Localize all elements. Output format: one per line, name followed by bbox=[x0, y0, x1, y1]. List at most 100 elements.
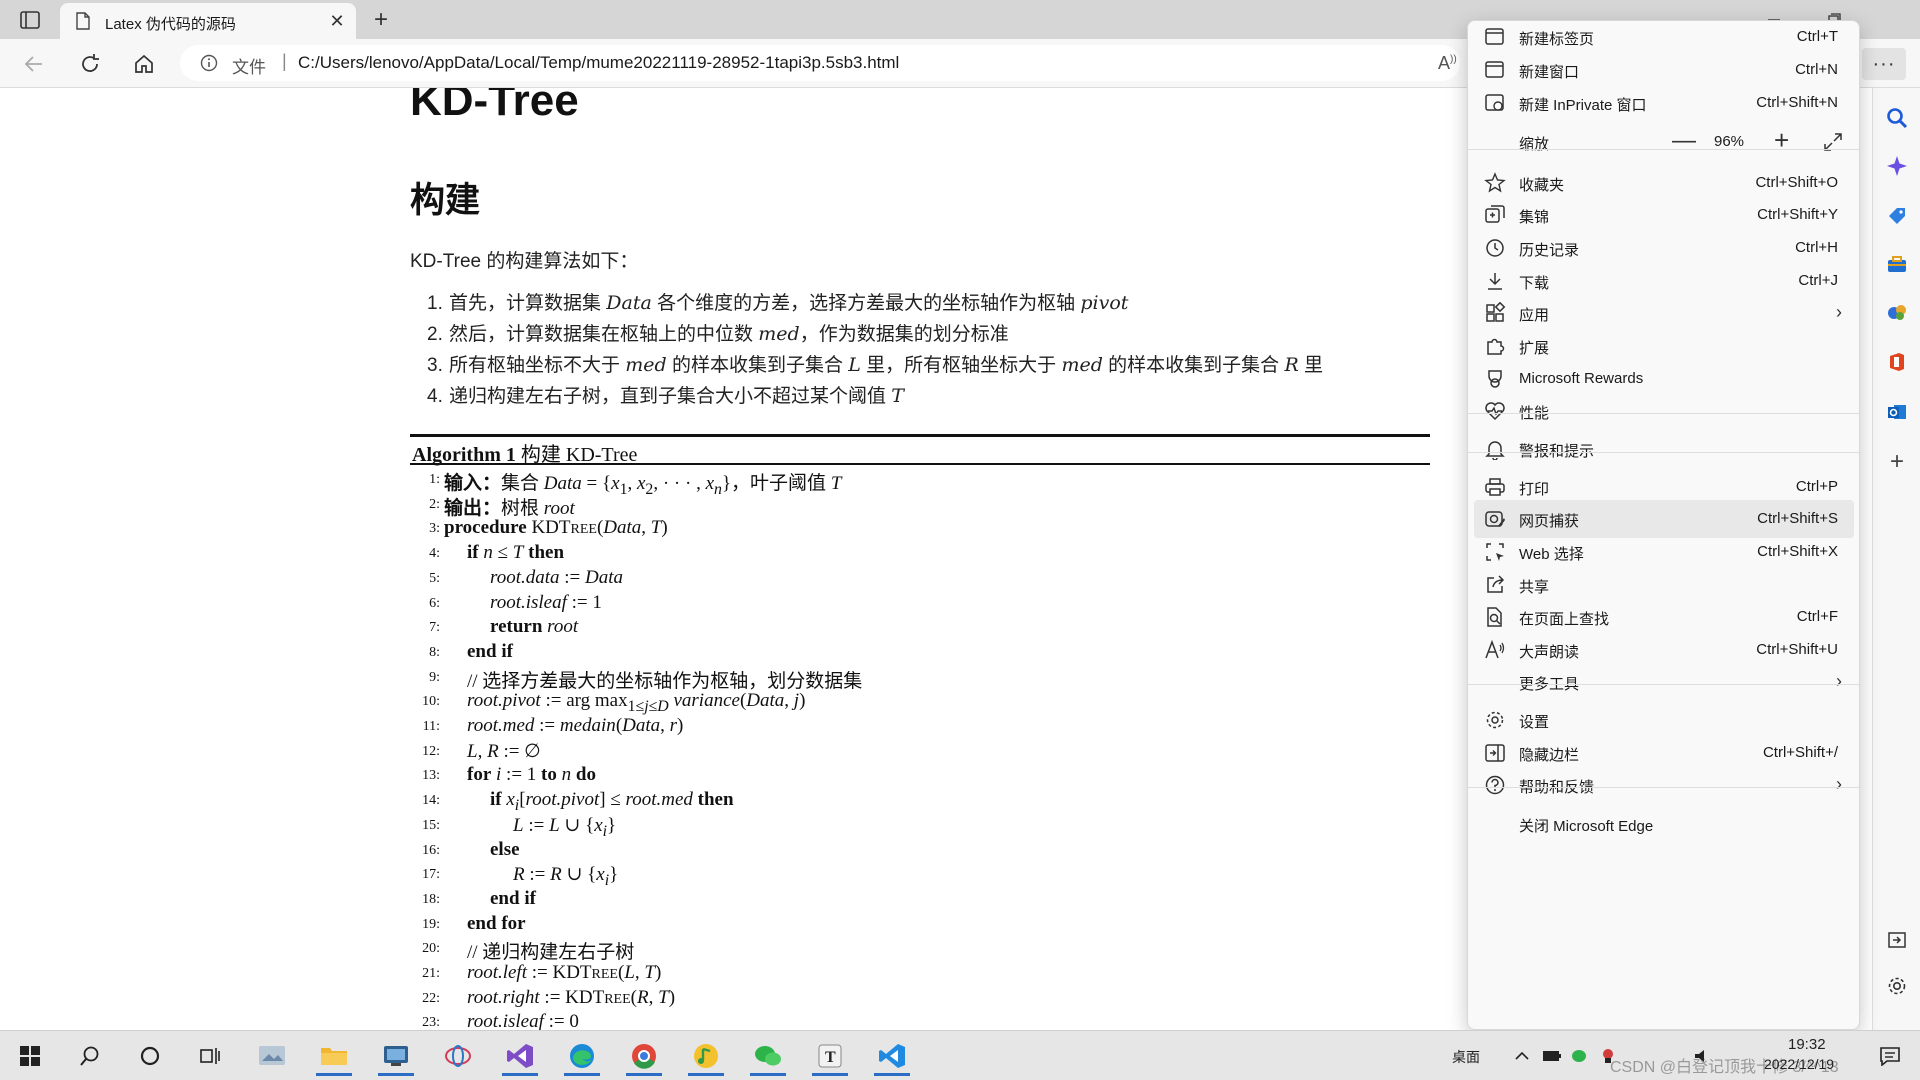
line-number: 1: bbox=[429, 472, 440, 487]
line-number: 17: bbox=[422, 867, 440, 883]
close-tab-icon[interactable]: ✕ bbox=[326, 10, 348, 32]
algorithm-code: R := R ∪ {xi} bbox=[513, 864, 619, 889]
control-panel-icon[interactable] bbox=[374, 1036, 418, 1076]
read-aloud-icon[interactable]: A)) bbox=[1438, 53, 1457, 74]
menu-item-shortcut: Ctrl+F bbox=[1796, 608, 1838, 625]
step-text: 里 bbox=[1298, 355, 1324, 376]
menu-separator bbox=[1468, 684, 1859, 685]
office-icon[interactable] bbox=[1883, 348, 1911, 376]
menu-item-label: 新建 InPrivate 窗口 bbox=[1519, 97, 1647, 114]
menu-item-label: 设置 bbox=[1519, 714, 1550, 731]
menu-item-more-tools[interactable]: 更多工具 › bbox=[1474, 663, 1854, 701]
address-bar[interactable]: 文件 | C:/Users/lenovo/AppData/Local/Temp/… bbox=[180, 45, 1460, 81]
menu-item-label: Microsoft Rewards bbox=[1519, 370, 1644, 387]
vscode-icon[interactable] bbox=[870, 1036, 914, 1076]
back-icon[interactable] bbox=[18, 48, 50, 80]
menu-item-shortcut: Ctrl+P bbox=[1795, 478, 1838, 495]
read-aloud-icon bbox=[1484, 639, 1506, 661]
sidebar-panel-icon[interactable] bbox=[1883, 926, 1911, 954]
wechat-tray-icon[interactable] bbox=[1568, 1036, 1592, 1076]
edge-sidebar: + bbox=[1872, 88, 1920, 1030]
info-icon[interactable] bbox=[200, 54, 218, 72]
taskbar-search-icon[interactable] bbox=[68, 1036, 112, 1076]
clock-date[interactable]: 2022/12/19 bbox=[1764, 1056, 1834, 1072]
menu-item-label: 下载 bbox=[1519, 275, 1550, 292]
add-app-icon[interactable]: + bbox=[1883, 448, 1911, 476]
menu-separator bbox=[1468, 413, 1859, 414]
tray-overflow-icon[interactable] bbox=[1510, 1036, 1534, 1076]
menu-item-new-inprivate[interactable]: 新建 InPrivate 窗口 Ctrl+Shift+N bbox=[1474, 84, 1854, 122]
tools-icon[interactable] bbox=[1883, 250, 1911, 278]
notification-icon[interactable] bbox=[1868, 1036, 1912, 1076]
battery-icon[interactable] bbox=[1540, 1036, 1564, 1076]
step-number: 2. bbox=[427, 324, 443, 345]
step-item: 2. 然后，计算数据集在枢轴上的中位数 med，作为数据集的划分标准 bbox=[427, 319, 1009, 346]
algorithm-code: root.data := Data bbox=[490, 566, 623, 588]
menu-item-performance[interactable]: 性能 bbox=[1474, 392, 1854, 430]
chevron-right-icon: › bbox=[1836, 671, 1842, 691]
algorithm-code: root.left := KDTREE(L, T) bbox=[467, 962, 662, 983]
zoom-out-button[interactable]: — bbox=[1672, 127, 1696, 155]
refresh-icon[interactable] bbox=[74, 48, 106, 80]
address-url[interactable]: C:/Users/lenovo/AppData/Local/Temp/mume2… bbox=[298, 53, 899, 73]
zoom-in-button[interactable]: + bbox=[1774, 125, 1789, 156]
clock-time[interactable]: 19:32 bbox=[1788, 1036, 1826, 1053]
shopping-icon[interactable] bbox=[1883, 202, 1911, 230]
step-text: 递归构建左右子树，直到子集合大小不超过某个阈值 bbox=[449, 386, 892, 407]
task-view-icon[interactable] bbox=[188, 1036, 232, 1076]
menu-item-help[interactable]: 帮助和反馈 › bbox=[1474, 766, 1854, 804]
heartbeat-icon bbox=[1484, 400, 1506, 422]
new-tab-button[interactable]: + bbox=[366, 6, 396, 34]
menu-item-label: 警报和提示 bbox=[1519, 443, 1595, 460]
outlook-icon[interactable] bbox=[1883, 398, 1911, 426]
tab-actions-icon[interactable] bbox=[14, 7, 46, 33]
screenshot-app-icon[interactable] bbox=[250, 1036, 294, 1076]
wechat-icon[interactable] bbox=[746, 1036, 790, 1076]
visual-studio-icon[interactable] bbox=[498, 1036, 542, 1076]
menu-item-alerts[interactable]: 警报和提示 bbox=[1474, 430, 1854, 468]
menu-item-shortcut: Ctrl+Shift+X bbox=[1757, 543, 1838, 560]
line-number: 12: bbox=[422, 743, 440, 759]
browser-tab[interactable]: Latex 伪代码的源码 ✕ bbox=[60, 3, 356, 39]
algorithm-code: end if bbox=[490, 887, 536, 909]
music-app-icon[interactable] bbox=[684, 1036, 728, 1076]
step-text: 然后，计算数据集在枢轴上的中位数 bbox=[449, 324, 759, 345]
line-number: 14: bbox=[422, 793, 440, 809]
file-explorer-icon[interactable] bbox=[312, 1036, 356, 1076]
search-icon[interactable] bbox=[1883, 104, 1911, 132]
line-number: 18: bbox=[422, 891, 440, 907]
download-icon bbox=[1484, 270, 1506, 292]
chrome-icon[interactable] bbox=[622, 1036, 666, 1076]
typora-icon[interactable]: T bbox=[808, 1036, 852, 1076]
discover-icon[interactable] bbox=[1883, 152, 1911, 180]
desktop-label[interactable]: 桌面 bbox=[1452, 1047, 1480, 1067]
menu-item-label: 大声朗读 bbox=[1519, 644, 1580, 661]
algorithm-code: if xi[root.pivot] ≤ root.med then bbox=[490, 789, 734, 814]
history-icon bbox=[1484, 237, 1506, 259]
algorithm-top-rule bbox=[410, 434, 1430, 437]
windows-start-icon[interactable] bbox=[8, 1036, 52, 1076]
cortana-icon[interactable] bbox=[128, 1036, 172, 1076]
math-symbol: med bbox=[625, 354, 667, 376]
bell-icon bbox=[1484, 438, 1506, 461]
step-text: 里，所有枢轴坐标大于 bbox=[860, 355, 1062, 376]
settings-and-more-button[interactable]: ··· bbox=[1862, 48, 1906, 80]
puzzle-icon bbox=[1484, 335, 1506, 357]
sketch-app-icon[interactable] bbox=[436, 1036, 480, 1076]
line-number: 7: bbox=[429, 620, 440, 636]
menu-item-label: 扩展 bbox=[1519, 340, 1550, 357]
share-icon bbox=[1484, 574, 1506, 596]
home-icon[interactable] bbox=[128, 48, 160, 80]
edge-icon[interactable] bbox=[560, 1036, 604, 1076]
menu-item-shortcut: Ctrl+Shift+N bbox=[1756, 94, 1838, 111]
algorithm-code: else bbox=[490, 838, 520, 860]
windows-taskbar: T 桌面 CSDN @白登记顶我十修 3/^^13 19:32 2022/12/… bbox=[0, 1030, 1920, 1080]
sidebar-settings-icon[interactable] bbox=[1883, 972, 1911, 1000]
line-number: 22: bbox=[422, 990, 440, 1006]
menu-item-shortcut: Ctrl+N bbox=[1795, 61, 1838, 78]
settings-and-more-menu: 新建标签页 Ctrl+T 新建窗口 Ctrl+N 新建 InPrivate 窗口 Ctrl… bbox=[1467, 20, 1860, 1030]
line-number: 8: bbox=[429, 644, 440, 660]
games-icon[interactable] bbox=[1883, 298, 1911, 326]
menu-item-close-edge[interactable]: 关闭 Microsoft Edge bbox=[1474, 805, 1854, 843]
step-text: 的样本收集到子集合 bbox=[1102, 355, 1285, 376]
